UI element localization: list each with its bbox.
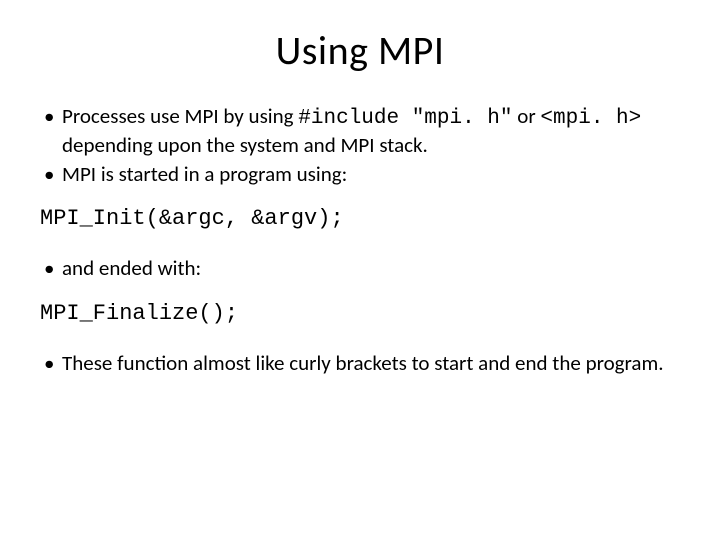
code-block: MPI_Init(&argc, &argv); [40, 205, 680, 234]
bullet-text: Processes use MPI by using [62, 103, 298, 129]
code-block: MPI_Finalize(); [40, 300, 680, 329]
bullet-item: MPI is started in a program using: [40, 161, 680, 187]
bullet-item: and ended with: [40, 255, 680, 281]
bullet-group-2: and ended with: [40, 255, 680, 281]
inline-code: #include "mpi. h" [298, 107, 512, 130]
slide: Using MPI Processes use MPI by using #in… [0, 0, 720, 540]
bullet-text: depending upon the system and MPI stack. [62, 132, 428, 158]
bullet-item: These function almost like curly bracket… [40, 350, 680, 376]
bullet-text: MPI is started in a program using: [62, 161, 347, 187]
slide-title: Using MPI [40, 26, 680, 75]
inline-code: <mpi. h> [540, 107, 641, 130]
bullet-text: and ended with: [62, 255, 201, 281]
bullet-item: Processes use MPI by using #include "mpi… [40, 103, 680, 159]
bullet-text: These function almost like curly bracket… [62, 350, 664, 376]
bullet-group-1: Processes use MPI by using #include "mpi… [40, 103, 680, 187]
bullet-group-3: These function almost like curly bracket… [40, 350, 680, 376]
bullet-text: or [513, 103, 541, 129]
